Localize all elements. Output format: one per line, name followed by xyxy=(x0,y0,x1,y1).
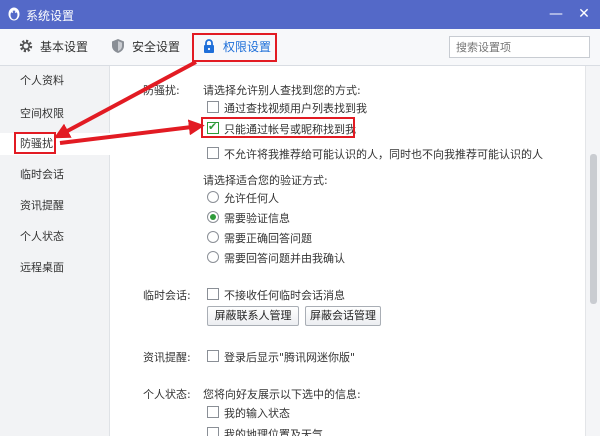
status-prompt: 您将向好友展示以下选中的信息: xyxy=(203,388,361,401)
gear-icon xyxy=(19,39,33,53)
search-input[interactable] xyxy=(449,36,590,58)
show-location-weather-label: 我的地理位置及天气 xyxy=(224,428,323,436)
no-recommend-checkbox[interactable] xyxy=(207,147,219,159)
sidebar: 个人资料 空间权限 防骚扰 临时会话 资讯提醒 个人状态 远程桌面 xyxy=(0,66,110,436)
verify-allow-anyone-label: 允许任何人 xyxy=(224,192,279,205)
temp-session-section-label: 临时会话: xyxy=(143,289,191,302)
find-method-prompt: 请选择允许别人查找到您的方式: xyxy=(203,84,361,97)
show-mini-news-checkbox[interactable] xyxy=(207,350,219,362)
tab-basic-settings[interactable]: 基本设置 xyxy=(18,36,88,58)
block-sessions-manage-button[interactable]: 屏蔽会话管理 xyxy=(305,306,381,326)
sidebar-item-space-permission[interactable]: 空间权限 xyxy=(0,103,110,125)
verify-answer-and-confirm-radio[interactable] xyxy=(207,251,219,263)
verify-allow-anyone-radio[interactable] xyxy=(207,191,219,203)
highlight-box-permission-tab xyxy=(192,33,277,62)
verify-answer-and-confirm-label: 需要回答问题并由我确认 xyxy=(224,252,345,265)
tab-security-settings-label: 安全设置 xyxy=(132,40,181,54)
reject-temp-session-checkbox[interactable] xyxy=(207,288,219,300)
sidebar-item-news-reminder[interactable]: 资讯提醒 xyxy=(0,195,110,217)
show-typing-status-checkbox[interactable] xyxy=(207,406,219,418)
verify-need-message-radio[interactable] xyxy=(207,211,219,223)
highlight-box-sidebar-anti-harass xyxy=(14,132,56,154)
tab-basic-settings-label: 基本设置 xyxy=(40,40,89,54)
find-by-video-list-checkbox[interactable] xyxy=(207,101,219,113)
tab-security-settings[interactable]: 安全设置 xyxy=(110,36,180,58)
content-scrollbar[interactable] xyxy=(585,66,600,436)
verify-need-message-label: 需要验证信息 xyxy=(224,212,290,225)
verify-answer-question-label: 需要正确回答问题 xyxy=(224,232,312,245)
sidebar-item-temp-session[interactable]: 临时会话 xyxy=(0,164,110,186)
sidebar-item-personal-status[interactable]: 个人状态 xyxy=(0,226,110,248)
show-location-weather-checkbox[interactable] xyxy=(207,427,219,436)
minimize-button[interactable]: — xyxy=(546,4,566,24)
penguin-logo-icon xyxy=(8,7,20,21)
scrollbar-thumb[interactable] xyxy=(590,154,597,304)
toolbar: 基本设置 安全设置 权限设置 xyxy=(0,29,600,66)
show-typing-status-label: 我的输入状态 xyxy=(224,407,290,420)
window-title: 系统设置 xyxy=(26,9,75,23)
no-recommend-label: 不允许将我推荐给可能认识的人，同时也不向我推荐可能认识的人 xyxy=(224,148,543,161)
sidebar-item-profile[interactable]: 个人资料 xyxy=(0,70,110,92)
block-contacts-manage-button[interactable]: 屏蔽联系人管理 xyxy=(207,306,299,326)
verify-answer-question-radio[interactable] xyxy=(207,231,219,243)
news-section-label: 资讯提醒: xyxy=(143,351,191,364)
title-bar: 系统设置 — ✕ xyxy=(0,0,600,29)
close-button[interactable]: ✕ xyxy=(574,4,594,24)
anti-harass-section-label: 防骚扰: xyxy=(143,84,180,97)
reject-temp-session-label: 不接收任何临时会话消息 xyxy=(224,289,345,302)
status-section-label: 个人状态: xyxy=(143,388,191,401)
verify-method-prompt: 请选择适合您的验证方式: xyxy=(203,174,328,187)
find-by-video-list-label: 通过查找视频用户列表找到我 xyxy=(224,102,367,115)
show-mini-news-label: 登录后显示"腾讯网迷你版" xyxy=(224,351,356,364)
sidebar-item-remote-desktop[interactable]: 远程桌面 xyxy=(0,257,110,279)
highlight-box-account-only-option xyxy=(201,117,355,138)
shield-icon xyxy=(112,39,124,53)
